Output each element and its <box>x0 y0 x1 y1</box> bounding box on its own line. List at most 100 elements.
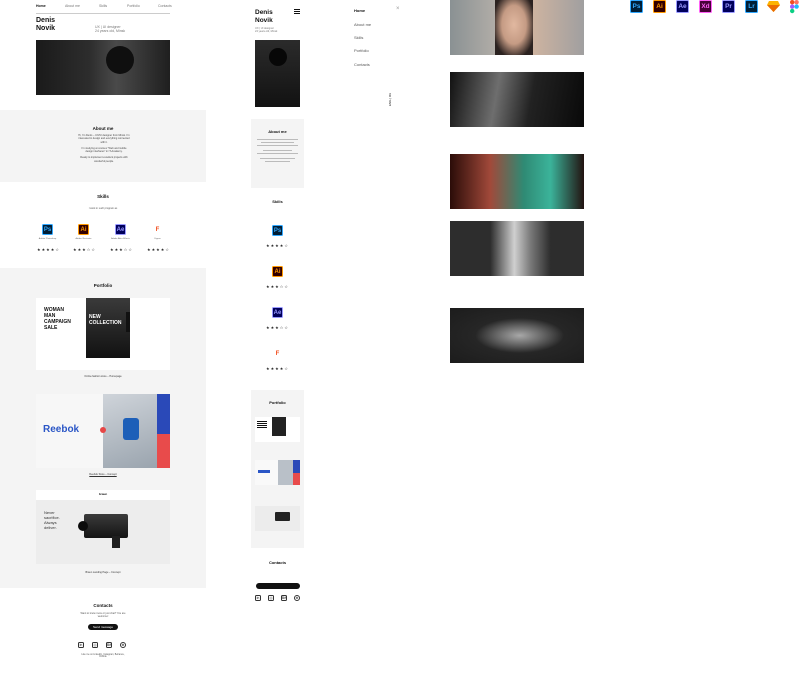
about-text: Hi, I'm Denis – UX/UI designer from Mins… <box>78 134 130 163</box>
mobile-skill-rating: ★★★☆☆ <box>266 325 289 330</box>
portfolio-item-reebok[interactable]: Reebok <box>36 394 170 468</box>
menu-item-home[interactable]: Home <box>354 8 365 13</box>
nav-home[interactable]: Home <box>36 4 46 8</box>
portfolio-caption-braun: Braun Landing Page – Concept <box>85 571 121 574</box>
skill-logo-ai-icon: Ai <box>78 224 89 235</box>
contacts-footer: Like me on LinkedIn, Instagram, Behance,… <box>81 654 125 658</box>
reebok-logo: Reebok <box>43 424 80 435</box>
skill-rating: ★★★☆☆ <box>110 247 133 252</box>
skill-rating: ★★★☆☆ <box>73 247 96 252</box>
about-paragraph-3: Ready to implement excellent projects wi… <box>80 156 128 163</box>
hero-first-name: Denis <box>36 17 56 24</box>
asset-xd-icon: Xd <box>699 0 712 13</box>
asset-pr-icon: Pr <box>722 0 735 13</box>
asset-ps-icon: Ps <box>630 0 643 13</box>
portfolio-title: Portfolio <box>93 283 113 288</box>
fashion-collection-label: NEW COLLECTION <box>89 314 122 326</box>
mobile-dribbble-icon[interactable]: ⊕ <box>294 595 300 601</box>
mobile-braun-camera <box>275 512 290 521</box>
asset-ae-icon: Ae <box>676 0 689 13</box>
fashion-headline: WOMAN MAN CAMPAIGN SALE <box>44 307 71 331</box>
nav-divider <box>36 13 170 14</box>
reebok-red-bar <box>157 434 170 468</box>
mobile-behance-icon[interactable]: Bē <box>281 595 287 601</box>
mobile-portfolio-reebok[interactable] <box>255 460 300 485</box>
portfolio-caption-reebok: Reebok Store – Concept <box>89 473 117 476</box>
mobile-portfolio-section: Portfolio <box>251 390 304 548</box>
nav-portfolio[interactable]: Portfolio <box>127 4 140 8</box>
hero-tagline-location: 24 years old, Minsk <box>95 29 126 33</box>
fashion-photo: NEW COLLECTION <box>86 298 130 358</box>
mobile-contacts-title: Contacts <box>268 560 287 565</box>
instagram-icon[interactable]: ◎ <box>92 642 98 648</box>
mobile-last-name: Novik <box>255 16 273 24</box>
mobile-linkedin-icon[interactable]: in <box>255 595 261 601</box>
sketch-icon <box>767 0 780 13</box>
mobile-tagline: UX | UI designer 24 years old, Minsk <box>255 27 277 33</box>
menu-item-contacts[interactable]: Contacts <box>354 62 370 67</box>
about-section: About me Hi, I'm Denis – UX/UI designer … <box>0 110 206 182</box>
asset-photo-1-face <box>495 0 533 55</box>
asset-photo-1 <box>450 0 584 55</box>
figma-icon <box>790 0 799 14</box>
mobile-reebok-photo <box>278 460 293 485</box>
braun-grip <box>112 536 120 548</box>
hero-photo <box>36 40 170 95</box>
mobile-send-button[interactable] <box>256 583 300 589</box>
hero-name: Denis Novik <box>36 17 55 33</box>
braun-camera <box>78 514 128 548</box>
nav-skills[interactable]: Skills <box>99 4 107 8</box>
skill-name: Adobe Photoshop <box>38 238 57 240</box>
nav-contacts[interactable]: Contacts <box>158 4 172 8</box>
hero-last-name: Novik <box>36 25 56 32</box>
skill-name: Adobe After Effects <box>111 238 130 240</box>
contacts-title: Contacts <box>93 603 113 608</box>
nav-about[interactable]: About me <box>65 4 80 8</box>
mobile-skill-ps-icon: Ps <box>272 225 283 236</box>
portfolio-item-braun[interactable]: braun Never sacrifice. Always deliver. <box>36 490 170 564</box>
send-message-button[interactable]: Send message <box>88 624 118 630</box>
mobile-instagram-icon[interactable]: ◎ <box>268 595 274 601</box>
mobile-skill-ai-icon: Ai <box>272 266 283 277</box>
skill-name: Adobe Illustrator <box>75 238 92 240</box>
mobile-portfolio-fashion[interactable] <box>255 417 300 442</box>
dribbble-icon[interactable]: ⊕ <box>120 642 126 648</box>
mobile-skill-ae-icon: Ae <box>272 307 283 318</box>
menu-item-portfolio[interactable]: Portfolio <box>354 48 369 53</box>
mobile-hero-name: Denis Novik <box>255 9 273 24</box>
hamburger-icon[interactable] <box>294 9 300 14</box>
portfolio-item-fashion[interactable]: WOMAN MAN CAMPAIGN SALE NEW COLLECTION <box>36 298 170 370</box>
hero-photo-figure <box>106 46 134 74</box>
skill-logo-f-icon: F <box>152 224 163 235</box>
design-canvas: Home About me Skills Portfolio Contacts … <box>0 0 800 677</box>
mobile-fashion-photo <box>272 417 286 436</box>
fashion-photo-edge <box>126 312 130 332</box>
mobile-skill-f-icon: F <box>272 348 283 359</box>
linkedin-icon[interactable]: in <box>78 642 84 648</box>
mobile-hero-figure <box>269 48 287 66</box>
mobile-first-name: Denis <box>255 9 273 16</box>
mobile-portfolio-braun[interactable] <box>255 506 300 531</box>
mobile-reebok-logo <box>258 470 270 473</box>
mobile-tagline-location: 24 years old, Minsk <box>255 30 278 33</box>
reebok-photo <box>100 394 157 468</box>
mobile-fashion-text <box>257 421 267 429</box>
skill-name: Figma <box>154 238 161 240</box>
asset-photo-5 <box>450 308 584 363</box>
mobile-skills-title: Skills <box>272 199 283 204</box>
braun-line-4: deliver. <box>44 525 57 530</box>
behance-icon[interactable]: Bē <box>106 642 112 648</box>
menu-item-about[interactable]: About me <box>354 22 371 27</box>
mobile-reebok-blue <box>293 460 300 473</box>
close-icon[interactable]: × <box>396 6 400 12</box>
about-title: About me <box>92 126 114 131</box>
desktop-nav: Home About me Skills Portfolio Contacts <box>36 4 172 10</box>
about-paragraph-1: Hi, I'm Denis – UX/UI designer from Mins… <box>78 134 130 144</box>
mobile-skill-rating: ★★★★☆ <box>266 366 289 371</box>
language-switch[interactable]: ENG | RU <box>388 93 392 106</box>
asset-photo-3 <box>450 154 584 209</box>
braun-lens <box>78 521 88 531</box>
portfolio-section: Portfolio WOMAN MAN CAMPAIGN SALE NEW CO… <box>0 268 206 588</box>
asset-photo-2 <box>450 72 584 127</box>
menu-item-skills[interactable]: Skills <box>354 35 363 40</box>
